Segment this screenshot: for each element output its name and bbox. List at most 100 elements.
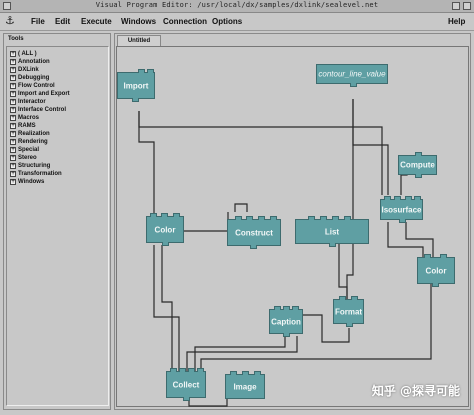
input-tab[interactable] bbox=[230, 371, 237, 375]
input-tab[interactable] bbox=[150, 213, 157, 217]
menu-windows[interactable]: Windows bbox=[121, 17, 156, 26]
module-import[interactable]: Import bbox=[117, 69, 155, 102]
menu-options[interactable]: Options bbox=[212, 17, 242, 26]
expand-icon[interactable] bbox=[10, 59, 16, 65]
output-tab[interactable] bbox=[250, 245, 257, 249]
input-tab[interactable] bbox=[147, 69, 154, 73]
input-tab[interactable] bbox=[308, 216, 315, 220]
expand-icon[interactable] bbox=[10, 67, 16, 73]
output-tab[interactable] bbox=[162, 242, 169, 246]
input-tab[interactable] bbox=[170, 368, 177, 372]
output-tab[interactable] bbox=[350, 83, 357, 87]
output-tab[interactable] bbox=[415, 174, 422, 178]
input-tab[interactable] bbox=[254, 371, 261, 375]
expand-icon[interactable] bbox=[10, 123, 16, 129]
tree-item-dxlink[interactable]: DXLink bbox=[10, 66, 39, 74]
expand-icon[interactable] bbox=[10, 51, 16, 57]
expand-icon[interactable] bbox=[10, 107, 16, 113]
tree-item-annotation[interactable]: Annotation bbox=[10, 58, 50, 66]
output-tab[interactable] bbox=[283, 333, 290, 337]
expand-icon[interactable] bbox=[10, 83, 16, 89]
input-tab[interactable] bbox=[394, 196, 401, 200]
output-tab[interactable] bbox=[132, 98, 139, 102]
window-titlebar[interactable]: Visual Program Editor: /usr/local/dx/sam… bbox=[0, 0, 474, 13]
input-tab[interactable] bbox=[332, 216, 339, 220]
tree-item-structuring[interactable]: Structuring bbox=[10, 162, 50, 170]
menu-help[interactable]: Help bbox=[448, 17, 465, 26]
anchor-icon[interactable]: ⚓ bbox=[5, 15, 15, 27]
tree-item-interface-control[interactable]: Interface Control bbox=[10, 106, 66, 114]
program-canvas[interactable]: Import contour_line_value Compute Isosur… bbox=[116, 46, 469, 407]
tree-item-flow-control[interactable]: Flow Control bbox=[10, 82, 55, 90]
expand-icon[interactable] bbox=[10, 171, 16, 177]
menu-file[interactable]: File bbox=[31, 17, 45, 26]
expand-icon[interactable] bbox=[10, 139, 16, 145]
maximize-icon[interactable] bbox=[463, 2, 471, 10]
tree-item-all[interactable]: ( ALL ) bbox=[10, 50, 37, 58]
input-tab[interactable] bbox=[242, 371, 249, 375]
tree-item-debugging[interactable]: Debugging bbox=[10, 74, 49, 82]
input-tab[interactable] bbox=[283, 306, 290, 310]
expand-icon[interactable] bbox=[10, 155, 16, 161]
tree-item-special[interactable]: Special bbox=[10, 146, 39, 154]
input-tab[interactable] bbox=[405, 196, 412, 200]
input-tab[interactable] bbox=[415, 152, 422, 156]
tree-item-interactor[interactable]: Interactor bbox=[10, 98, 46, 106]
tree-item-rendering[interactable]: Rendering bbox=[10, 138, 48, 146]
output-tab[interactable] bbox=[346, 323, 353, 327]
input-tab[interactable] bbox=[161, 213, 168, 217]
input-tab[interactable] bbox=[320, 216, 327, 220]
module-color-1[interactable]: Color bbox=[146, 213, 184, 246]
output-tab[interactable] bbox=[399, 219, 406, 223]
input-tab[interactable] bbox=[274, 306, 281, 310]
menu-connection[interactable]: Connection bbox=[163, 17, 207, 26]
expand-icon[interactable] bbox=[10, 91, 16, 97]
tree-item-import-export[interactable]: Import and Export bbox=[10, 90, 70, 98]
input-tab[interactable] bbox=[351, 296, 358, 300]
output-tab[interactable] bbox=[432, 283, 439, 287]
input-tab[interactable] bbox=[197, 368, 204, 372]
expand-icon[interactable] bbox=[10, 147, 16, 153]
expand-icon[interactable] bbox=[10, 75, 16, 81]
module-contour-line-value[interactable]: contour_line_value bbox=[316, 64, 388, 87]
expand-icon[interactable] bbox=[10, 99, 16, 105]
input-tab[interactable] bbox=[188, 368, 195, 372]
input-tab[interactable] bbox=[138, 69, 145, 73]
module-collect[interactable]: Collect bbox=[166, 368, 206, 401]
input-tab[interactable] bbox=[270, 216, 277, 220]
input-tab[interactable] bbox=[179, 368, 186, 372]
module-format[interactable]: Format bbox=[333, 296, 364, 327]
input-tab[interactable] bbox=[292, 306, 299, 310]
tools-tree[interactable]: ( ALL ) Annotation DXLink Debugging Flow… bbox=[6, 46, 109, 406]
menu-edit[interactable]: Edit bbox=[55, 17, 70, 26]
tree-item-rams[interactable]: RAMS bbox=[10, 122, 36, 130]
input-tab[interactable] bbox=[258, 216, 265, 220]
output-tab[interactable] bbox=[183, 397, 190, 401]
input-tab[interactable] bbox=[339, 296, 346, 300]
output-tab[interactable] bbox=[329, 243, 336, 247]
expand-icon[interactable] bbox=[10, 163, 16, 169]
input-tab[interactable] bbox=[246, 216, 253, 220]
input-tab[interactable] bbox=[440, 254, 447, 258]
input-tab[interactable] bbox=[173, 213, 180, 217]
module-list[interactable]: List bbox=[295, 216, 369, 247]
input-tab[interactable] bbox=[384, 196, 391, 200]
tree-item-realization[interactable]: Realization bbox=[10, 130, 50, 138]
tree-item-stereo[interactable]: Stereo bbox=[10, 154, 37, 162]
module-isosurface[interactable]: Isosurface bbox=[380, 196, 423, 223]
menu-execute[interactable]: Execute bbox=[81, 17, 112, 26]
minimize-icon[interactable] bbox=[452, 2, 460, 10]
tree-item-macros[interactable]: Macros bbox=[10, 114, 39, 122]
tree-item-windows[interactable]: Windows bbox=[10, 178, 44, 186]
expand-icon[interactable] bbox=[10, 131, 16, 137]
tree-item-transformation[interactable]: Transformation bbox=[10, 170, 62, 178]
module-color-2[interactable]: Color bbox=[417, 254, 455, 287]
expand-icon[interactable] bbox=[10, 179, 16, 185]
input-tab[interactable] bbox=[344, 216, 351, 220]
module-image[interactable]: Image bbox=[225, 371, 265, 399]
input-tab[interactable] bbox=[424, 254, 431, 258]
input-tab[interactable] bbox=[414, 196, 421, 200]
module-compute[interactable]: Compute bbox=[398, 152, 437, 178]
module-construct[interactable]: Construct bbox=[227, 216, 281, 249]
module-caption[interactable]: Caption bbox=[269, 306, 303, 337]
